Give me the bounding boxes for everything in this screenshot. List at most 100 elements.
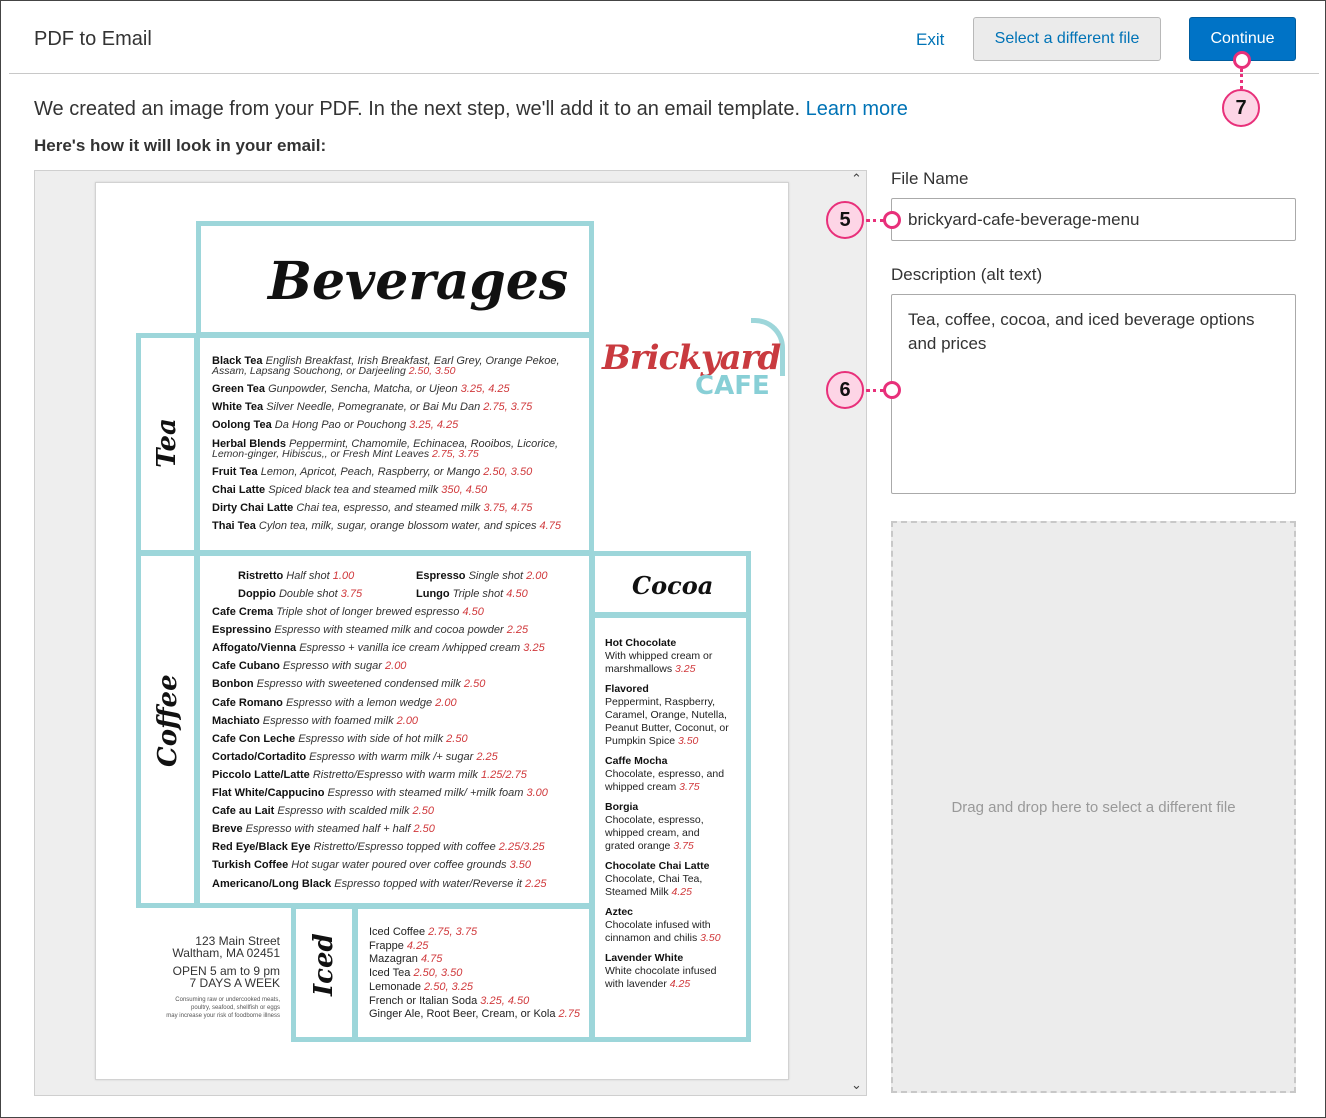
food-disclaimer: Consuming raw or undercooked meats, poul… (136, 996, 280, 1020)
callout-6-badge: 6 (826, 371, 864, 409)
menu-item: Frappe 4.25 (369, 939, 429, 952)
menu-item-desc: Peanut Butter, Coconut, or (605, 722, 729, 734)
page-title: PDF to Email (34, 28, 152, 50)
menu-item: Cafe Romano Espresso with a lemon wedge … (212, 696, 457, 709)
menu-item: Dirty Chai Latte Chai tea, espresso, and… (212, 502, 533, 514)
menu-item: Chai Latte Spiced black tea and steamed … (212, 483, 488, 496)
coffee-section-label: Coffee (153, 674, 183, 767)
address-line: Waltham, MA 02451 (172, 946, 280, 960)
header-bar: PDF to Email Exit Select a different fil… (9, 1, 1319, 74)
pdf-to-email-dialog: PDF to Email Exit Select a different fil… (0, 0, 1326, 1118)
callout-5-badge: 5 (826, 201, 864, 239)
intro-text: We created an image from your PDF. In th… (34, 98, 908, 121)
menu-item-desc: Chocolate infused with (605, 919, 711, 931)
menu-item: Caffe Mocha (605, 755, 668, 767)
menu-item: Lavender White (605, 952, 684, 964)
logo-cafe: CAFE (695, 371, 770, 401)
menu-item: Green Tea Gunpowder, Sencha, Matcha, or … (212, 383, 510, 395)
menu-item: Cafe Con Leche Espresso with side of hot… (212, 732, 468, 745)
description-label: Description (alt text) (891, 265, 1043, 284)
menu-item: Cafe au Lait Espresso with scalded milk … (212, 805, 434, 818)
drop-zone-text: Drag and drop here to select a different… (951, 798, 1236, 816)
menu-item: Red Eye/Black Eye Ristretto/Espresso top… (212, 841, 545, 854)
hours-line: 7 DAYS A WEEK (189, 976, 280, 990)
menu-item-desc: Peppermint, Raspberry, (605, 696, 716, 708)
exit-link[interactable]: Exit (916, 30, 944, 50)
menu-item-desc: Pumpkin Spice 3.50 (605, 735, 699, 747)
menu-item-desc: Steamed Milk 4.25 (605, 886, 692, 898)
callout-5-connector (866, 219, 884, 222)
menu-image-preview: Beverages Tea Brickyard CAFE Coffee Coco… (95, 182, 789, 1080)
menu-item: Chocolate Chai Latte (605, 860, 710, 872)
callout-7-badge: 7 (1222, 89, 1260, 127)
menu-item-desc: Caramel, Orange, Nutella, (605, 709, 727, 721)
menu-item: Fruit Tea Lemon, Apricot, Peach, Raspber… (212, 465, 533, 478)
disclaimer-line: poultry, seafood, shellfish or eggs (191, 1005, 280, 1011)
menu-item: Iced Tea 2.50, 3.50 (369, 967, 463, 980)
menu-item: Flavored (605, 683, 649, 695)
menu-item: Piccolo Latte/Latte Ristretto/Espresso w… (212, 768, 527, 781)
menu-item-desc: Chocolate, Chai Tea, (605, 873, 703, 885)
menu-item: French or Italian Soda 3.25, 4.50 (369, 994, 530, 1007)
preview-heading: Here's how it will look in your email: (34, 136, 327, 155)
menu-item: Breve Espresso with steamed half + half … (212, 823, 435, 836)
callout-7-marker (1233, 51, 1251, 69)
coffee-items-box (195, 551, 594, 908)
cafe-address: 123 Main Street Waltham, MA 02451 (136, 935, 280, 959)
callout-5-marker (883, 211, 901, 229)
scroll-up-icon[interactable]: ⌃ (851, 171, 862, 187)
menu-item-desc: grated orange 3.75 (605, 840, 694, 852)
menu-item-continued: Lemon-ginger, Hibiscus,, or Fresh Mint L… (212, 447, 479, 460)
cocoa-section-label: Cocoa (632, 571, 714, 600)
file-name-input[interactable]: brickyard-cafe-beverage-menu (891, 198, 1296, 241)
menu-item: Mazagran 4.75 (369, 953, 443, 966)
menu-item: Cortado/Cortadito Espresso with warm mil… (212, 750, 498, 763)
menu-item: Lemonade 2.50, 3.25 (369, 980, 473, 993)
menu-item: Ginger Ale, Root Beer, Cream, or Kola 2.… (369, 1008, 580, 1021)
menu-item: Americano/Long Black Espresso topped wit… (212, 877, 547, 890)
select-different-file-button[interactable]: Select a different file (973, 17, 1161, 61)
menu-item-desc: White chocolate infused (605, 965, 717, 977)
preview-pane[interactable]: ⌃ ⌄ Beverages Tea Brickyard CAFE Coffee … (34, 170, 867, 1096)
menu-item: Bonbon Espresso with sweetened condensed… (212, 678, 486, 691)
menu-item-desc: marshmallows 3.25 (605, 663, 696, 675)
cafe-hours: OPEN 5 am to 9 pm 7 DAYS A WEEK (136, 965, 280, 989)
iced-section-label: Iced (309, 933, 339, 996)
callout-6-marker (883, 381, 901, 399)
scroll-down-icon[interactable]: ⌄ (851, 1077, 862, 1093)
menu-item: Machiato Espresso with foamed milk 2.00 (212, 714, 419, 727)
intro-message: We created an image from your PDF. In th… (34, 98, 801, 120)
disclaimer-line: may increase your risk of foodborne illn… (166, 1013, 280, 1019)
callout-7-connector (1240, 69, 1243, 89)
file-name-label: File Name (891, 169, 969, 188)
menu-item-continued: Assam, Lapsang Souchong, or Darjeeling 2… (212, 365, 456, 377)
menu-item: Oolong Tea Da Hong Pao or Pouchong 3.25,… (212, 419, 459, 432)
menu-item: Flat White/Cappucino Espresso with steam… (212, 787, 548, 799)
menu-item: Lungo Triple shot 4.50 (416, 588, 528, 600)
disclaimer-line: Consuming raw or undercooked meats, (175, 997, 280, 1003)
menu-item-desc: whipped cream, and (605, 827, 700, 839)
menu-item: Hot Chocolate (605, 637, 677, 649)
menu-title: Beverages (268, 251, 569, 312)
learn-more-link[interactable]: Learn more (806, 98, 908, 120)
menu-item: Affogato/Vienna Espresso + vanilla ice c… (212, 642, 545, 655)
file-drop-zone[interactable]: Drag and drop here to select a different… (891, 521, 1296, 1093)
menu-item-desc: with lavender 4.25 (605, 978, 691, 990)
menu-item-desc: whipped cream 3.75 (605, 781, 700, 793)
menu-item: Espressino Espresso with steamed milk an… (212, 624, 529, 637)
menu-item: Turkish Coffee Hot sugar water poured ov… (212, 859, 531, 872)
menu-item: White Tea Silver Needle, Pomegranate, or… (212, 401, 533, 414)
menu-item-desc: With whipped cream or (605, 650, 713, 662)
menu-item-desc: Chocolate, espresso, (605, 814, 704, 826)
menu-item-desc: Chocolate, espresso, and (605, 768, 725, 780)
menu-item: Cafe Cubano Espresso with sugar 2.00 (212, 660, 407, 673)
tea-section-label: Tea (152, 418, 182, 468)
beverage-menu: Beverages Tea Brickyard CAFE Coffee Coco… (96, 183, 790, 1081)
menu-item: Thai Tea Cylon tea, milk, sugar, orange … (212, 520, 561, 533)
menu-item: Espresso Single shot 2.00 (416, 570, 548, 582)
menu-item: Iced Coffee 2.75, 3.75 (369, 926, 478, 938)
menu-item: Cafe Crema Triple shot of longer brewed … (212, 606, 484, 618)
description-textarea[interactable]: Tea, coffee, cocoa, and iced beverage op… (891, 294, 1296, 494)
preview-scrollbar[interactable]: ⌃ ⌄ (848, 171, 866, 1095)
menu-item: Doppio Double shot 3.75 (238, 588, 363, 600)
